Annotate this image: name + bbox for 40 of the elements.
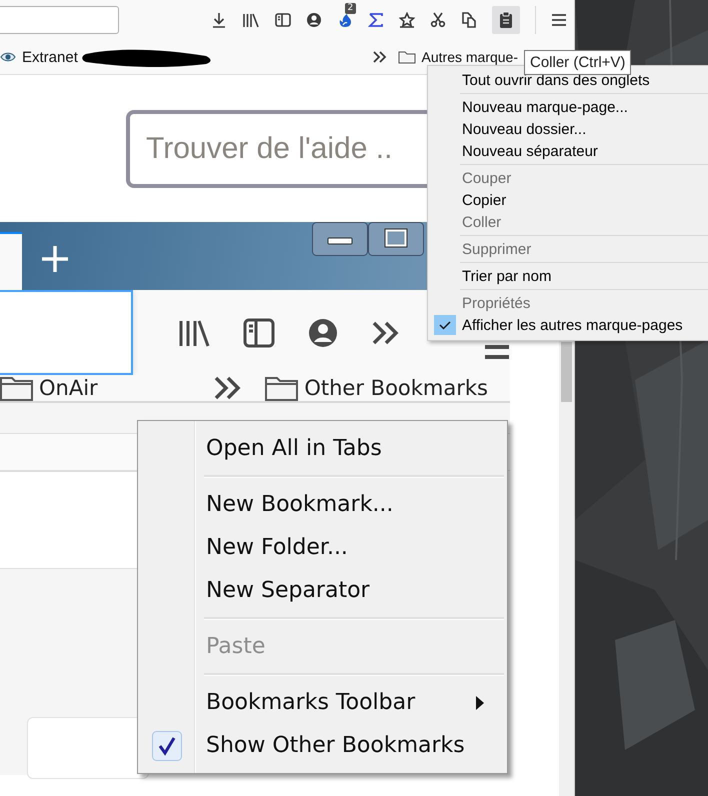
scrollbar-thumb[interactable] — [561, 342, 572, 402]
star-icon[interactable] — [398, 12, 414, 28]
notification-badge: 2 — [344, 3, 356, 14]
copy-icon[interactable] — [460, 12, 476, 28]
address-field[interactable] — [0, 6, 119, 34]
menu-icon[interactable] — [550, 13, 566, 27]
clipboard-icon — [498, 11, 512, 29]
menu-item[interactable]: Copier — [428, 189, 708, 211]
menu-item[interactable]: Show Other Bookmarks — [138, 724, 507, 767]
folder-icon — [398, 50, 416, 64]
library-icon[interactable] — [242, 12, 260, 28]
menu-item[interactable]: Afficher les autres marque-pages — [428, 314, 708, 336]
address-field[interactable] — [0, 290, 133, 375]
menu-item[interactable]: New Separator — [138, 569, 507, 612]
minimize-icon[interactable] — [312, 222, 368, 256]
sidebar-icon[interactable] — [274, 12, 290, 28]
library-icon[interactable] — [178, 318, 210, 348]
chevron-icon[interactable] — [372, 50, 388, 64]
sidebar-icon[interactable] — [243, 318, 275, 348]
bookmark-folder-label[interactable]: Other Bookmarks — [304, 376, 488, 400]
menu-item[interactable]: Bookmarks Toolbar — [138, 681, 507, 724]
eye-icon — [0, 51, 16, 63]
account-icon[interactable] — [306, 12, 322, 28]
new-tab-icon[interactable] — [40, 244, 70, 274]
menu-item[interactable]: New Folder... — [138, 526, 507, 569]
scissors-icon[interactable] — [430, 12, 446, 28]
bookmark-folder-label[interactable]: Autres marque- — [422, 49, 518, 65]
tooltip: Coller (Ctrl+V) — [524, 50, 632, 75]
bookmark-folder-label[interactable]: OnAir — [39, 376, 98, 400]
bookmark-label[interactable]: Extranet — [22, 48, 78, 66]
sigma-icon[interactable] — [368, 12, 384, 28]
chevron-icon[interactable] — [371, 320, 401, 346]
paste-button[interactable] — [492, 6, 520, 34]
download-icon[interactable] — [210, 12, 226, 28]
maximize-icon[interactable] — [368, 222, 424, 256]
browser-tab[interactable] — [0, 232, 22, 290]
menu-item[interactable]: Trier par nom — [428, 265, 708, 287]
account-icon[interactable] — [308, 318, 338, 348]
menu-item[interactable]: Open All in Tabs — [138, 427, 507, 470]
menu-item[interactable]: New Bookmark... — [138, 483, 507, 526]
